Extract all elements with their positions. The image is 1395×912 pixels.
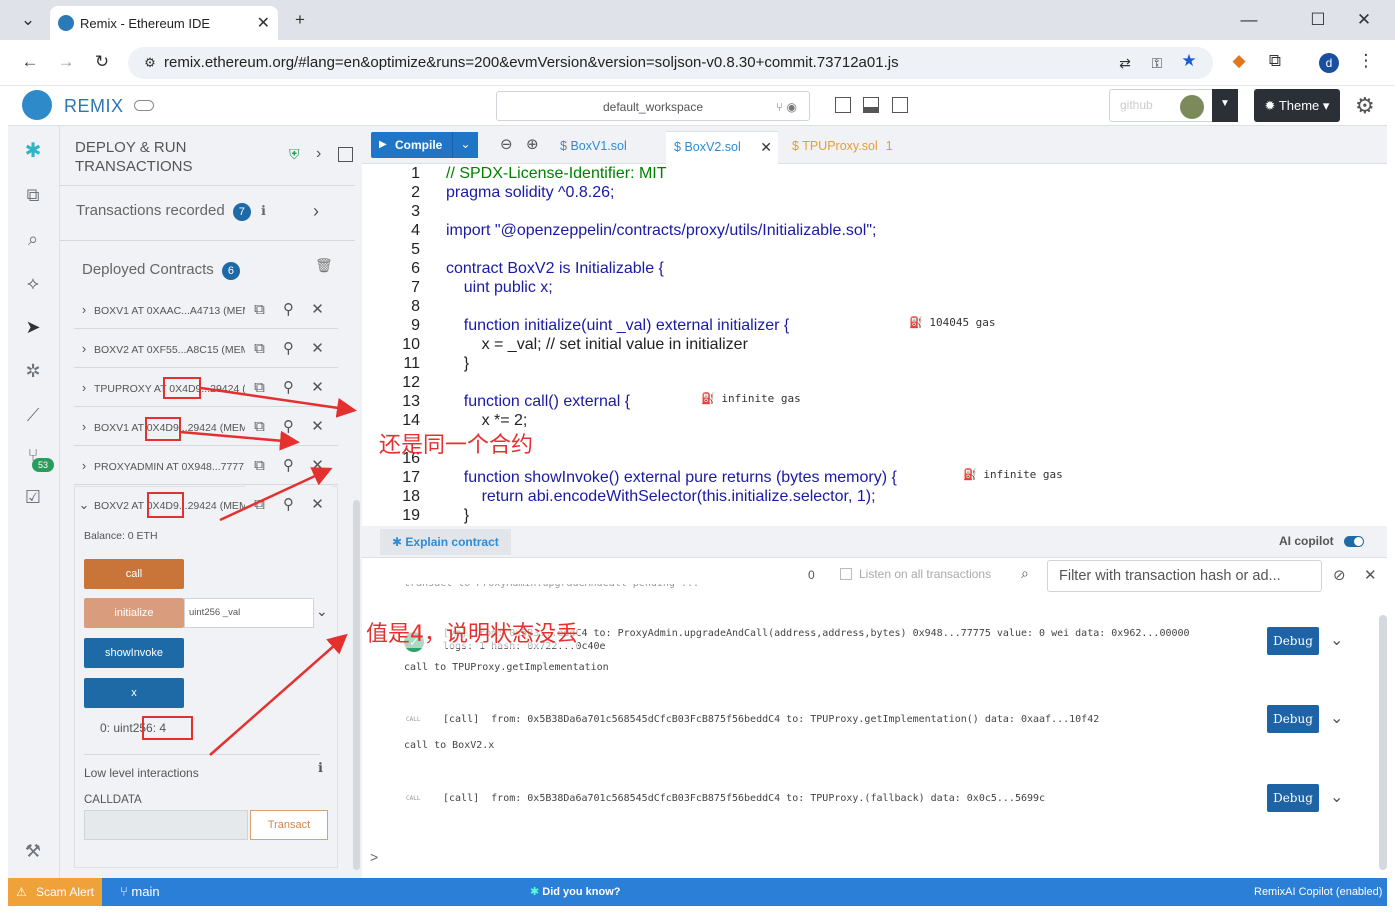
arrow <box>219 467 333 522</box>
arrow <box>209 633 348 756</box>
arrow <box>200 386 357 418</box>
annotation-same-contract: 还是同一个合约 <box>379 433 534 458</box>
annotation-value-four: 值是4，说明状态没丢 <box>366 616 578 648</box>
arrow <box>179 430 300 451</box>
annotation-arrows <box>179 386 357 756</box>
